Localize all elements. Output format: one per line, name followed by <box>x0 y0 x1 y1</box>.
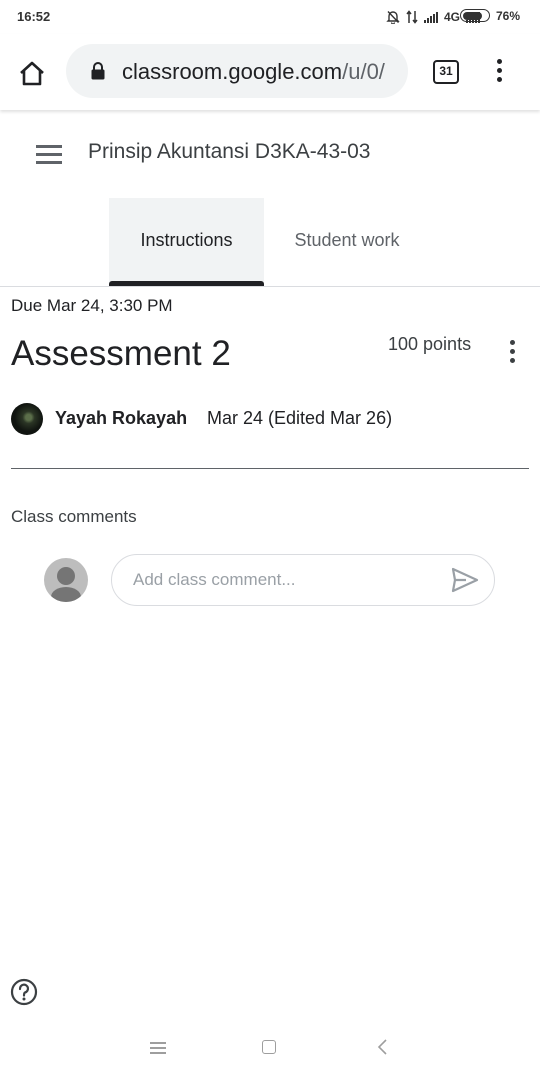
comments-heading: Class comments <box>11 507 137 526</box>
assignment-title: Assessment 2 <box>11 334 231 373</box>
signal-icon <box>423 11 438 23</box>
url-path: /u/0/ <box>342 59 385 84</box>
avatar <box>11 403 43 435</box>
url-domain: classroom.google.com <box>122 59 343 84</box>
tab-switcher-button[interactable]: 31 <box>433 60 459 84</box>
divider <box>0 286 540 287</box>
nav-recents-button[interactable] <box>150 1040 166 1056</box>
points-label: 100 points <box>388 334 472 354</box>
bell-off-icon <box>386 11 400 24</box>
nav-home-button[interactable] <box>262 1040 276 1054</box>
hamburger-icon[interactable] <box>36 143 62 165</box>
more-vert-icon[interactable] <box>492 56 508 86</box>
nav-back-button[interactable] <box>374 1038 392 1056</box>
post-date: Mar 24 (Edited Mar 26) <box>207 408 393 428</box>
tab-instructions[interactable]: Instructions <box>109 198 264 286</box>
browser-toolbar: classroom.google.com/u/0/ 31 <box>0 34 540 110</box>
tab-label: Instructions <box>140 230 233 250</box>
comment-input[interactable] <box>111 554 495 606</box>
network-type: 4G <box>443 10 460 24</box>
user-avatar <box>44 558 88 602</box>
address-bar[interactable]: classroom.google.com/u/0/ <box>66 44 408 98</box>
author-name: Yayah Rokayah <box>55 408 188 428</box>
status-bar: 16:52 4G 76% <box>0 0 540 34</box>
home-icon <box>20 61 44 86</box>
status-time: 16:52 <box>17 9 51 24</box>
lock-icon <box>91 62 105 80</box>
back-icon <box>377 1039 387 1055</box>
class-title: Prinsip Akuntansi D3KA-43-03 <box>88 140 371 163</box>
help-icon <box>10 978 38 1006</box>
data-arrows-icon <box>406 10 418 24</box>
due-date: Due Mar 24, 3:30 PM <box>11 296 173 315</box>
divider <box>11 468 529 469</box>
help-button[interactable] <box>10 978 38 1006</box>
home-button[interactable] <box>14 56 50 92</box>
more-vert-icon[interactable] <box>506 338 520 366</box>
send-icon <box>451 567 479 593</box>
battery-icon <box>460 9 490 22</box>
tab-label: Student work <box>294 230 400 250</box>
tab-student-work[interactable]: Student work <box>272 198 422 286</box>
send-button[interactable] <box>450 566 480 594</box>
url-text: classroom.google.com/u/0/ <box>122 59 406 85</box>
battery-percent: 76% <box>496 9 521 23</box>
